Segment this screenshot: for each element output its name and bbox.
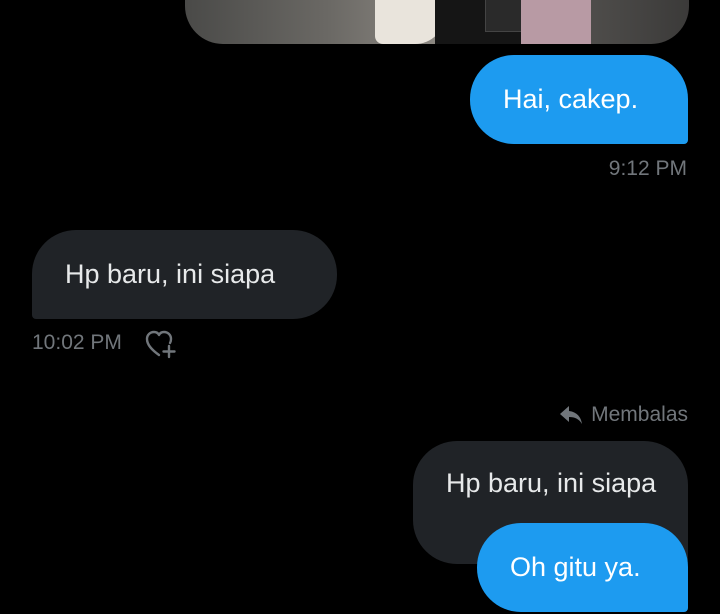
reply-indicator: Membalas	[559, 403, 688, 427]
quoted-text: Hp baru, ini siapa	[446, 468, 657, 498]
heart-plus-icon	[145, 330, 176, 359]
sent-message-bubble[interactable]: Hai, cakep.	[470, 55, 688, 144]
message-timestamp: 9:12 PM	[608, 157, 687, 180]
message-timestamp: 10:02 PM	[32, 331, 122, 354]
sent-message-bubble[interactable]: Oh gitu ya.	[477, 523, 688, 612]
message-text: Hai, cakep.	[503, 84, 639, 114]
add-reaction-button[interactable]	[144, 328, 178, 360]
reply-arrow-icon	[560, 406, 583, 424]
message-text: Hp baru, ini siapa	[65, 259, 276, 289]
media-image-bubble[interactable]	[185, 0, 689, 44]
received-message-bubble[interactable]: Hp baru, ini siapa	[32, 230, 337, 319]
media-image-region	[521, 0, 591, 44]
message-text: Oh gitu ya.	[510, 552, 641, 582]
reply-label: Membalas	[591, 403, 688, 426]
